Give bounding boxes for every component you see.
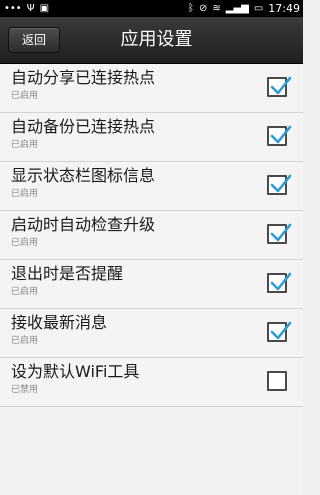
setting-checkbox[interactable] (267, 223, 292, 244)
notification-icon: ▣ (39, 3, 50, 14)
setting-checkbox[interactable] (267, 174, 292, 195)
setting-row[interactable]: 接收最新消息 已启用 (0, 309, 303, 358)
checkmark-icon (270, 223, 292, 242)
setting-row[interactable]: 自动备份已连接热点已启用 (0, 113, 303, 162)
status-bar-right: ᛒ ⊘ ≋ ▂▄▆ ▭ 17:49 (188, 1, 300, 16)
setting-status: 已启用 (11, 189, 39, 199)
setting-title: 启动时自动检查升级 (11, 215, 156, 234)
setting-title: 设为默认WiFi工具 (11, 362, 140, 381)
setting-title: 退出时是否提醒 (11, 264, 124, 283)
settings-list: 自动分享已连接热点 已启用 自动备份已连接热点 已启用 显示状态栏图标信息 已启用 启动时自… (0, 64, 303, 407)
status-bar-left: ••• Ψ ▣ (4, 1, 49, 16)
setting-title: 自动分享已连接热点 (11, 68, 156, 87)
battery-icon: ▭ (253, 3, 264, 14)
checkmark-icon (270, 321, 292, 340)
status-bar: ••• Ψ ▣ ᛒ ⊘ ≋ ▂▄▆ ▭ 17:49 (0, 0, 303, 17)
title-bar: 应用设置 返回 (0, 17, 303, 64)
bluetooth-icon: ᛒ (187, 3, 194, 14)
status-time: 17:49 (268, 2, 300, 15)
setting-row[interactable]: 显示状态栏图标信息已启用 (0, 162, 303, 211)
setting-status: 已启用 (11, 336, 39, 346)
back-button[interactable]: 返回 (8, 27, 60, 53)
setting-checkbox[interactable] (267, 272, 292, 293)
setting-row[interactable]: 启动时自动检查升级已启用 (0, 211, 303, 260)
setting-checkbox[interactable] (267, 371, 287, 391)
setting-status: 已启用 (11, 140, 39, 150)
setting-title: 自动备份已连接热点 (11, 117, 156, 136)
silent-icon: ⊘ (198, 3, 208, 14)
setting-title: 显示状态栏图标信息 (11, 166, 156, 185)
checkmark-icon (270, 125, 292, 144)
wifi-icon: ≋ (212, 3, 221, 14)
setting-checkbox[interactable] (267, 321, 292, 342)
setting-status: 已启用 (11, 91, 39, 101)
setting-checkbox[interactable] (267, 76, 292, 97)
checkmark-icon (270, 76, 292, 95)
setting-row[interactable]: 设为默认WiFi工具已禁用 (0, 358, 303, 407)
setting-row[interactable]: 退出时是否提醒已启用 (0, 260, 303, 309)
checkmark-icon (270, 174, 292, 193)
setting-status: 已启用 (11, 238, 39, 248)
setting-status: 已禁用 (11, 385, 39, 395)
setting-row[interactable]: 自动分享已连接热点已启用 (0, 64, 303, 113)
checkmark-icon (270, 272, 292, 291)
setting-status: 已启用 (11, 287, 39, 297)
signal-icon: ▂▄▆ (225, 3, 249, 14)
setting-title: 接收最新消息 (11, 313, 108, 332)
more-icon: ••• (4, 3, 22, 14)
setting-checkbox[interactable] (267, 125, 292, 146)
usb-icon: Ψ (26, 3, 35, 14)
app-settings-screen: ••• Ψ ▣ ᛒ ⊘ ≋ ▂▄▆ ▭ 17:49 应用设置 返回 自动分享已连… (0, 0, 303, 495)
